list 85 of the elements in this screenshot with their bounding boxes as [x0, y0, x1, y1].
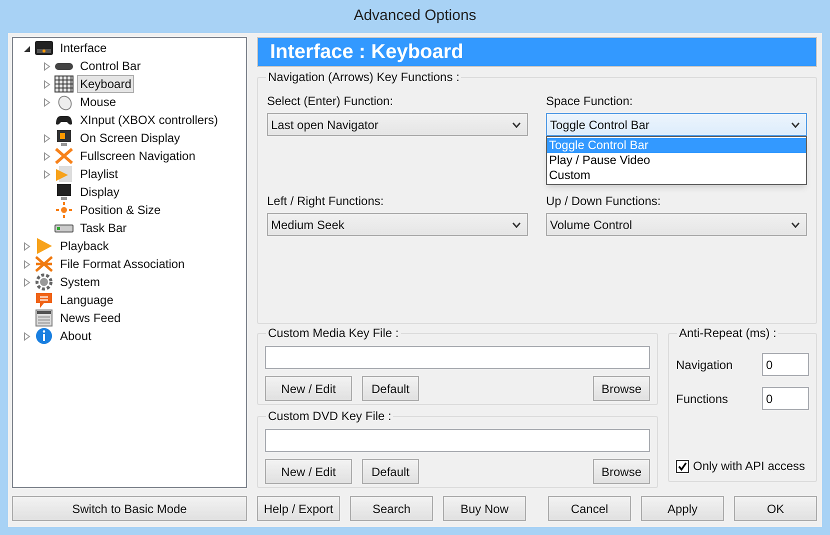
- expand-arrow-icon[interactable]: [23, 260, 31, 268]
- expand-arrow-icon[interactable]: [23, 278, 31, 286]
- info-icon: [34, 327, 54, 345]
- field-label: Space Function:: [546, 94, 634, 109]
- checkmark-icon: [678, 462, 687, 470]
- dropdown-value: Medium Seek: [271, 216, 344, 234]
- push-button[interactable]: New / Edit: [265, 376, 352, 401]
- field-label: Navigation: [676, 356, 733, 374]
- push-button[interactable]: Search: [350, 496, 433, 521]
- dropdown[interactable]: Volume Control: [546, 213, 807, 236]
- monitor-icon: [54, 129, 74, 147]
- tree-item[interactable]: System: [57, 273, 104, 291]
- group-title: Custom DVD Key File :: [266, 409, 394, 424]
- tree-item[interactable]: About: [57, 327, 94, 345]
- field-label: Functions: [676, 390, 728, 408]
- tree-item[interactable]: Playlist: [77, 165, 122, 183]
- tree-item[interactable]: Fullscreen Navigation: [77, 147, 198, 165]
- window-title: Advanced Options: [354, 6, 476, 26]
- monitor-icon: [54, 183, 74, 201]
- crosshair-icon: [54, 201, 74, 219]
- tree-item[interactable]: Display: [77, 183, 122, 201]
- newspaper-icon: [34, 309, 54, 327]
- dropdown-option[interactable]: Play / Pause Video: [547, 153, 806, 168]
- dropdown-value: Volume Control: [550, 216, 632, 234]
- dropdown[interactable]: Last open Navigator: [267, 113, 528, 136]
- tree-item[interactable]: Playback: [57, 237, 112, 255]
- group-title: Navigation (Arrows) Key Functions :: [266, 70, 462, 85]
- dropdown-caret-icon: [512, 122, 521, 128]
- expand-arrow-icon[interactable]: [43, 134, 51, 142]
- push-button[interactable]: Switch to Basic Mode: [12, 496, 247, 521]
- tree-item[interactable]: Keyboard: [77, 75, 134, 93]
- push-button[interactable]: New / Edit: [265, 459, 352, 484]
- push-button[interactable]: Cancel: [548, 496, 631, 521]
- number-field[interactable]: 0: [762, 353, 809, 376]
- field-label: Left / Right Functions:: [267, 194, 385, 209]
- collapse-arrow-icon[interactable]: [23, 44, 31, 52]
- expand-arrow-icon[interactable]: [43, 62, 51, 70]
- gear-icon: [34, 273, 54, 291]
- push-button[interactable]: Browse: [593, 376, 650, 401]
- dropdown-value: Toggle Control Bar: [550, 116, 650, 134]
- expand-arrow-icon[interactable]: [23, 242, 31, 250]
- tree-item[interactable]: News Feed: [57, 309, 124, 327]
- expand-arrow-icon[interactable]: [43, 170, 51, 178]
- tree-item[interactable]: Position & Size: [77, 201, 164, 219]
- dropdown-option[interactable]: Custom: [547, 168, 806, 183]
- expand-arrow-icon[interactable]: [23, 332, 31, 340]
- tree-item[interactable]: XInput (XBOX controllers): [77, 111, 222, 129]
- tree-item[interactable]: Language: [57, 291, 116, 309]
- push-button[interactable]: Default: [362, 376, 419, 401]
- tree-item[interactable]: On Screen Display: [77, 129, 184, 147]
- file-path-field[interactable]: [265, 428, 650, 452]
- number-field[interactable]: 0: [762, 387, 809, 410]
- file-path-field[interactable]: [265, 346, 650, 368]
- push-button[interactable]: Buy Now: [443, 496, 526, 521]
- expand-arrow-icon[interactable]: [43, 152, 51, 160]
- dropdown-caret-icon: [512, 222, 521, 228]
- tree-item[interactable]: Mouse: [77, 93, 120, 111]
- push-button[interactable]: Browse: [593, 459, 650, 484]
- checkbox[interactable]: [676, 460, 689, 472]
- push-button[interactable]: Default: [362, 459, 419, 484]
- checkbox-label: Only with API access: [693, 458, 806, 475]
- dropdown[interactable]: Medium Seek: [267, 213, 528, 236]
- tree-item[interactable]: Interface: [57, 39, 110, 57]
- tree-item[interactable]: Control Bar: [77, 57, 144, 75]
- keyboard-icon: [54, 75, 74, 93]
- playlist-icon: [54, 165, 74, 183]
- dropdown-caret-icon: [791, 222, 800, 228]
- tree-item[interactable]: File Format Association: [57, 255, 188, 273]
- field-label: Up / Down Functions:: [546, 194, 662, 209]
- dropdown[interactable]: Toggle Control Bar: [546, 113, 807, 136]
- play-icon: [34, 237, 54, 255]
- speech-bubble-icon: [34, 291, 54, 309]
- dropdown-value: Last open Navigator: [271, 116, 378, 134]
- group-title: Anti-Repeat (ms) :: [677, 326, 778, 341]
- push-button[interactable]: Help / Export: [257, 496, 340, 521]
- expand-arrow-icon[interactable]: [43, 98, 51, 106]
- push-button[interactable]: Apply: [641, 496, 724, 521]
- dropdown-caret-icon: [791, 122, 800, 128]
- page-title: Interface : Keyboard: [270, 40, 464, 65]
- screen-icon: [34, 39, 54, 57]
- expand-arrow-icon[interactable]: [43, 80, 51, 88]
- tree-item[interactable]: Task Bar: [77, 219, 130, 237]
- field-label: Select (Enter) Function:: [267, 94, 394, 109]
- group-title: Custom Media Key File :: [266, 326, 401, 341]
- push-button[interactable]: OK: [734, 496, 817, 521]
